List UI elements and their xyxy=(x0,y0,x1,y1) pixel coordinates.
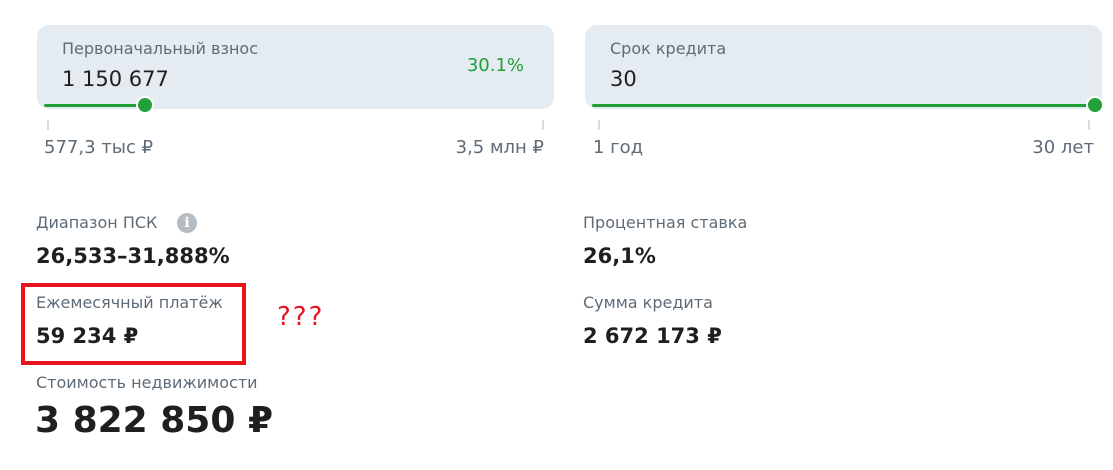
tick-start xyxy=(598,120,600,130)
interest-rate-label: Процентная ставка xyxy=(583,213,748,232)
info-icon[interactable]: i xyxy=(177,213,197,233)
loan-amount-value: 2 672 173 ₽ xyxy=(583,324,722,348)
tick-end xyxy=(1088,120,1090,130)
loan-amount-label: Сумма кредита xyxy=(583,293,713,312)
loan-term-max-label: 30 лет xyxy=(1032,137,1094,158)
tick-end xyxy=(542,120,544,130)
mortgage-calculator: Первоначальный взнос 1 150 677 30.1% 577… xyxy=(0,0,1113,470)
loan-term-track[interactable] xyxy=(592,96,1104,114)
loan-term-slider[interactable]: Срок кредита 30 xyxy=(585,25,1104,114)
interest-rate-value: 26,1% xyxy=(583,244,656,268)
loan-term-min-label: 1 год xyxy=(593,137,644,158)
property-cost-value: 3 822 850 ₽ xyxy=(35,400,273,441)
loan-term-value[interactable]: 30 xyxy=(610,67,637,91)
loan-term-slider-thumb[interactable] xyxy=(1086,96,1104,114)
loan-term-track-fill xyxy=(592,104,1095,107)
down-payment-track-fill xyxy=(44,104,145,107)
down-payment-percent: 30.1% xyxy=(466,55,524,76)
down-payment-max-label: 3,5 млн ₽ xyxy=(455,137,544,158)
down-payment-slider-thumb[interactable] xyxy=(135,96,154,114)
question-annotation: ??? xyxy=(277,302,325,332)
down-payment-min-label: 577,3 тыс ₽ xyxy=(44,137,154,158)
down-payment-ticks xyxy=(47,120,544,132)
down-payment-slider[interactable]: Первоначальный взнос 1 150 677 30.1% xyxy=(37,25,554,114)
down-payment-track[interactable] xyxy=(44,96,547,114)
monthly-payment-highlight xyxy=(21,283,246,365)
loan-term-label: Срок кредита xyxy=(610,39,727,58)
property-cost-label: Стоимость недвижимости xyxy=(36,373,258,392)
down-payment-value[interactable]: 1 150 677 xyxy=(62,67,169,91)
down-payment-label: Первоначальный взнос xyxy=(62,39,258,58)
loan-term-ticks xyxy=(598,120,1090,132)
tick-start xyxy=(47,120,49,130)
psk-value: 26,533–31,888% xyxy=(36,244,230,268)
psk-label: Диапазон ПСК xyxy=(36,213,158,232)
